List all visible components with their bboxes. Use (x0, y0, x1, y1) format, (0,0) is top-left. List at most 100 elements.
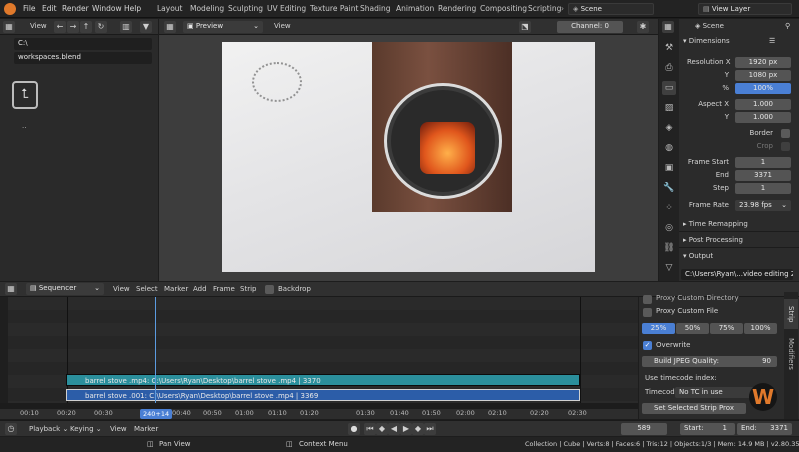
overlay-icon[interactable]: ⬔ (519, 21, 531, 33)
forward-arrow-icon[interactable]: → (67, 21, 79, 33)
dimensions-panel-header[interactable]: ▾ Dimensions (683, 37, 730, 45)
preview-view-menu[interactable]: View (274, 22, 291, 30)
proxy-25-toggle[interactable]: 25% (642, 323, 675, 334)
blender-logo-icon[interactable] (4, 3, 16, 15)
border-checkbox[interactable] (781, 129, 790, 138)
tab-modeling[interactable]: Modeling (187, 2, 227, 16)
file-view-menu[interactable]: View (30, 22, 47, 30)
aspect-y-field[interactable]: 1.000 (735, 112, 791, 123)
menu-file[interactable]: File (23, 3, 36, 15)
scene-selector[interactable]: ◈ Scene (568, 3, 654, 15)
view-layer-icon[interactable]: ▨ (662, 101, 676, 115)
gizmo-icon[interactable]: ✱ (637, 21, 649, 33)
timecode-dropdown[interactable]: No TC in use (675, 387, 755, 398)
timeline-marker-menu[interactable]: Marker (134, 425, 158, 433)
tab-strip[interactable]: Strip (784, 299, 798, 329)
play-icon[interactable]: ▶ (400, 423, 412, 435)
menu-window[interactable]: Window (92, 3, 122, 15)
seq-menu-view[interactable]: View (113, 285, 130, 293)
world-icon[interactable]: ◍ (662, 141, 676, 155)
tab-sculpting[interactable]: Sculpting (225, 2, 266, 16)
proxy-50-toggle[interactable]: 50% (676, 323, 709, 334)
time-remapping-header[interactable]: ▸ Time Remapping (683, 220, 748, 228)
post-processing-header[interactable]: ▸ Post Processing (683, 236, 743, 244)
list-icon[interactable]: ☰ (769, 37, 775, 45)
prev-keyframe-icon[interactable]: ◆ (376, 423, 388, 435)
pin-icon[interactable]: ⚲ (785, 22, 790, 30)
channel-field[interactable]: Channel: 0 (557, 21, 623, 33)
movie-strip-1[interactable]: barrel stove .mp4: C:\Users\Ryan\Desktop… (66, 374, 580, 386)
data-icon[interactable]: ▽ (662, 261, 676, 275)
tab-uv-editing[interactable]: UV Editing (264, 2, 309, 16)
proxy-100-toggle[interactable]: 100% (744, 323, 777, 334)
physics-icon[interactable]: ◎ (662, 221, 676, 235)
particles-icon[interactable]: ⁘ (662, 201, 676, 215)
tab-shading[interactable]: Shading (357, 2, 393, 16)
record-icon[interactable]: ● (348, 423, 360, 435)
seq-menu-frame[interactable]: Frame (213, 285, 235, 293)
menu-edit[interactable]: Edit (42, 3, 57, 15)
output-icon[interactable]: ▭ (662, 81, 676, 95)
start-frame-field[interactable]: Start: 1 (680, 423, 735, 435)
tab-animation[interactable]: Animation (393, 2, 437, 16)
jpeg-quality-field[interactable]: Build JPEG Quality: 90 (642, 356, 777, 367)
resolution-x-field[interactable]: 1920 px (735, 57, 791, 68)
tab-compositing[interactable]: Compositing (477, 2, 530, 16)
frame-step-field[interactable]: 1 (735, 183, 791, 194)
frame-end-field[interactable]: 3371 (735, 170, 791, 181)
proxy-75-toggle[interactable]: 75% (710, 323, 743, 334)
object-icon[interactable]: ▣ (662, 161, 676, 175)
keying-menu[interactable]: Keying ⌄ (70, 425, 102, 433)
seq-menu-select[interactable]: Select (136, 285, 158, 293)
seq-menu-marker[interactable]: Marker (164, 285, 188, 293)
seq-menu-add[interactable]: Add (193, 285, 207, 293)
editor-type-icon[interactable]: ▦ (164, 21, 176, 33)
proxy-file-checkbox[interactable] (643, 308, 652, 317)
tool-icon[interactable]: ⚒ (662, 41, 676, 55)
resolution-y-field[interactable]: 1080 px (735, 70, 791, 81)
set-selected-strip-proxy-button[interactable]: Set Selected Strip Prox (642, 403, 746, 414)
time-ruler[interactable]: 00:10 00:20 00:30 00:40 00:50 01:00 01:1… (0, 409, 638, 419)
parent-arrow-icon[interactable]: ↑ (80, 21, 92, 33)
resolution-percent-field[interactable]: 100% (735, 83, 791, 94)
timeline-view-menu[interactable]: View (110, 425, 127, 433)
parent-folder-icon[interactable]: ⮤ (12, 81, 38, 109)
overwrite-checkbox[interactable]: ✓ (643, 341, 652, 350)
scroll-right-icon[interactable]: › (558, 2, 567, 16)
menu-help[interactable]: Help (124, 3, 141, 15)
play-reverse-icon[interactable]: ◀ (388, 423, 400, 435)
crop-checkbox[interactable] (781, 142, 790, 151)
frame-start-field[interactable]: 1 (735, 157, 791, 168)
modifier-icon[interactable]: 🔧 (662, 181, 676, 195)
output-panel-header[interactable]: ▾ Output (683, 252, 713, 260)
playhead-line[interactable] (155, 297, 156, 409)
filter-icon[interactable]: ▼ (140, 21, 152, 33)
seq-menu-strip[interactable]: Strip (240, 285, 256, 293)
jump-end-icon[interactable]: ⏭ (424, 423, 436, 435)
proxy-dir-checkbox[interactable] (643, 295, 652, 304)
aspect-x-field[interactable]: 1.000 (735, 99, 791, 110)
editor-type-icon[interactable]: ▦ (3, 21, 15, 33)
back-arrow-icon[interactable]: ← (54, 21, 66, 33)
display-mode-icon[interactable]: ▥ (120, 21, 132, 33)
playback-menu[interactable]: Playback ⌄ (29, 425, 68, 433)
sequencer-area[interactable]: barrel stove .mp4: C:\Users\Ryan\Desktop… (0, 297, 638, 409)
editor-type-icon[interactable]: ▦ (662, 21, 674, 33)
tab-layout[interactable]: Layout (154, 2, 186, 16)
end-frame-field[interactable]: End: 3371 (737, 423, 792, 435)
tab-modifiers[interactable]: Modifiers (784, 331, 798, 377)
current-time-badge[interactable]: 240+14 (140, 409, 173, 419)
view-layer-selector[interactable]: ▤ View Layer (698, 3, 792, 15)
current-frame-field[interactable]: 589 (621, 423, 667, 435)
editor-type-icon[interactable]: ▦ (5, 283, 17, 295)
next-keyframe-icon[interactable]: ◆ (412, 423, 424, 435)
jump-start-icon[interactable]: ⏮ (364, 423, 376, 435)
display-mode-dropdown[interactable]: ▣ Preview ⌄ (183, 21, 263, 33)
output-path-field[interactable]: C:\Users\Ryan\...video editing 2 (681, 269, 793, 280)
menu-render[interactable]: Render (62, 3, 89, 15)
backdrop-checkbox[interactable] (265, 285, 274, 294)
render-icon[interactable]: ⎙ (662, 61, 676, 75)
refresh-icon[interactable]: ↻ (95, 21, 107, 33)
movie-strip-2[interactable]: barrel stove .001: C:\Users\Ryan\Desktop… (66, 389, 580, 401)
constraint-icon[interactable]: ⛓ (662, 241, 676, 255)
